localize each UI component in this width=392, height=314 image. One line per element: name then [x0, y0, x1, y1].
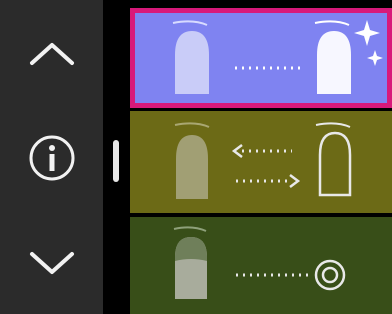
list-item-shine[interactable]: [130, 8, 392, 108]
info-icon: [29, 135, 74, 180]
info-button[interactable]: [0, 105, 103, 210]
chevron-down-icon: [29, 251, 74, 274]
scroll-up-button[interactable]: [0, 0, 103, 105]
nail-outline-swap-icon: [174, 122, 352, 199]
list-item-dip[interactable]: [130, 217, 392, 314]
chevron-up-icon: [29, 42, 74, 65]
scrollbar-thumb[interactable]: [113, 140, 119, 182]
nail-dip-target-icon: [173, 226, 346, 299]
sidebar: [0, 0, 103, 314]
scrollbar[interactable]: [103, 0, 130, 314]
scroll-down-button[interactable]: [0, 209, 103, 314]
nail-sparkle-icon: [172, 20, 383, 94]
option-list: [130, 0, 392, 314]
list-item-remove[interactable]: [130, 111, 392, 213]
